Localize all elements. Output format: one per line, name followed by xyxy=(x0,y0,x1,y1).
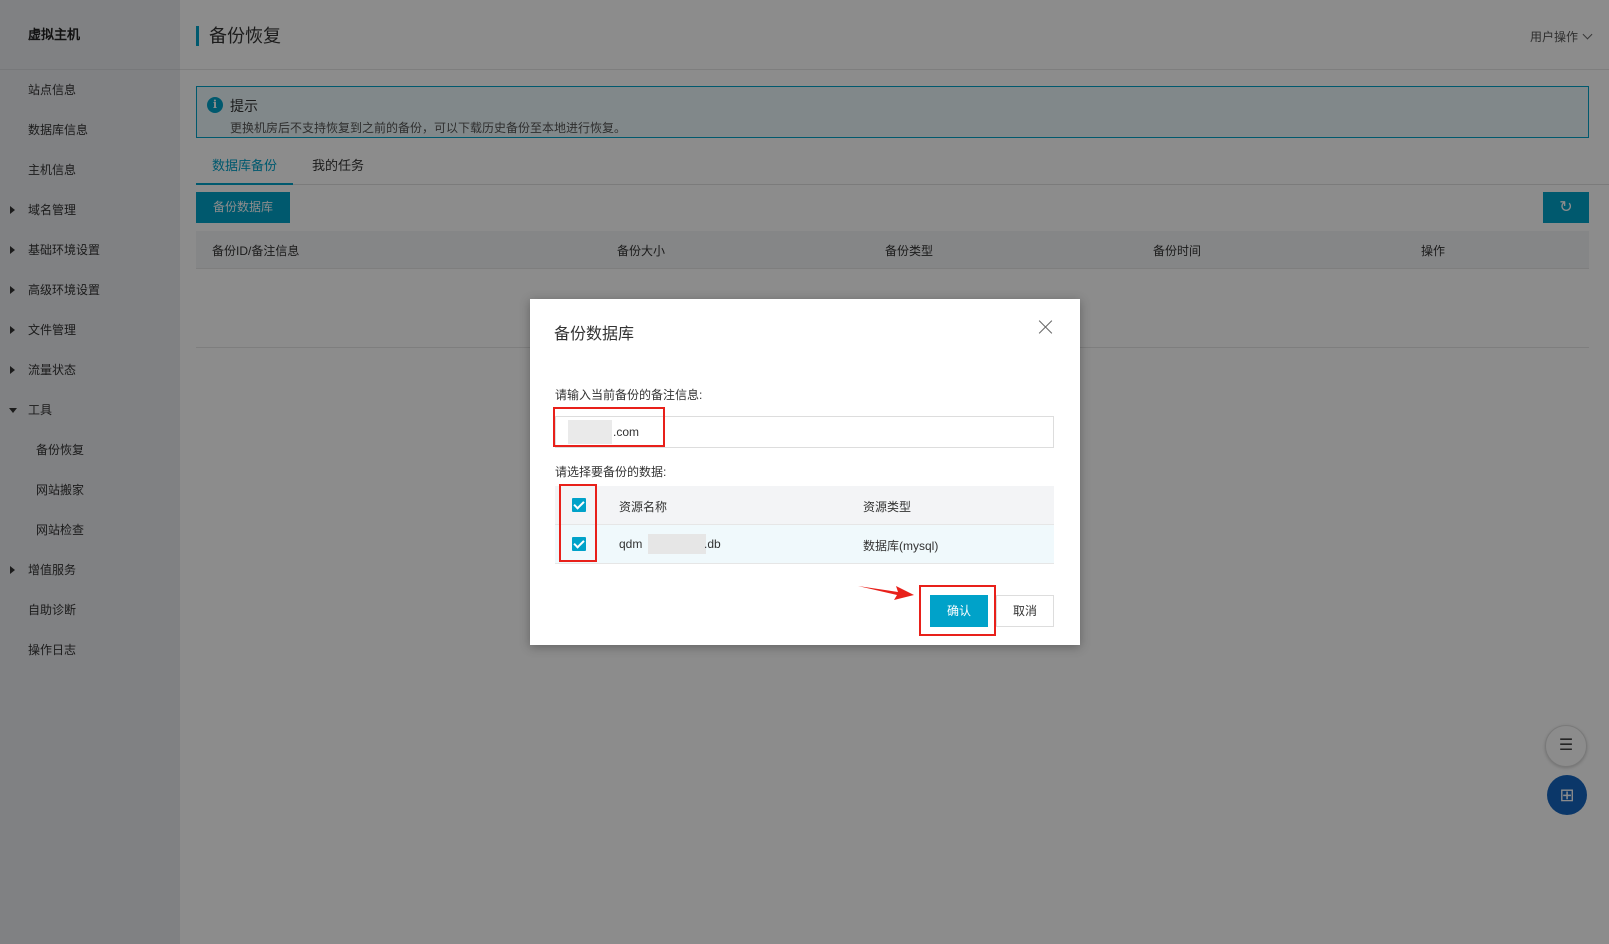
data-select-label: 请选择要备份的数据: xyxy=(555,465,667,479)
resource-name-prefix: qdm xyxy=(619,537,643,551)
column-header: 资源类型 xyxy=(863,500,912,514)
close-icon[interactable] xyxy=(1036,317,1056,337)
annotation-box-note xyxy=(553,407,665,447)
table-row[interactable]: qdm .db 数据库(mysql) xyxy=(555,525,1054,564)
dialog-title: 备份数据库 xyxy=(554,326,635,343)
redacted-region xyxy=(648,534,706,554)
annotation-arrow-icon xyxy=(858,586,914,600)
resource-table-header: 资源名称 资源类型 xyxy=(555,486,1054,525)
backup-database-dialog: 备份数据库 请输入当前备份的备注信息: 请选择要备份的数据: 资源名称 资源类型… xyxy=(530,299,1080,645)
annotation-box-confirm xyxy=(919,585,996,636)
cancel-button[interactable]: 取消 xyxy=(996,595,1054,627)
annotation-box-checkboxes xyxy=(559,484,597,562)
resource-table: 资源名称 资源类型 qdm .db 数据库(mysql) xyxy=(555,486,1054,564)
column-header: 资源名称 xyxy=(619,500,668,514)
note-label: 请输入当前备份的备注信息: xyxy=(555,388,703,402)
resource-type: 数据库(mysql) xyxy=(863,539,939,553)
resource-name-suffix: .db xyxy=(704,537,721,551)
